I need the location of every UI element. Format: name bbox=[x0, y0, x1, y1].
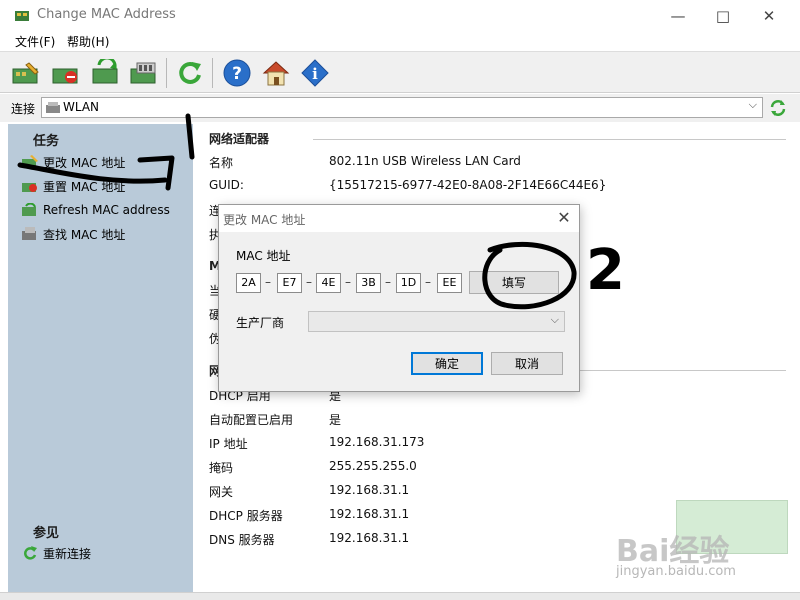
guid-value: {15517215-6977-42E0-8A08-2F14E66C44E6} bbox=[329, 178, 607, 192]
task-label: 重置 MAC 地址 bbox=[43, 179, 126, 194]
help-icon: ? bbox=[223, 59, 251, 87]
adapter-section-title: 网络适配器 bbox=[209, 132, 270, 146]
vendor-select[interactable]: ⌵ bbox=[308, 311, 565, 332]
octet-separator: – bbox=[385, 275, 391, 289]
main-window: Change MAC Address — □ ✕ 文件(F) 帮助(H) ? i… bbox=[0, 0, 800, 600]
find-mac-button[interactable] bbox=[128, 57, 160, 89]
mac-octet-1[interactable]: 2A bbox=[236, 273, 261, 293]
mac-octet-3[interactable]: 4E bbox=[316, 273, 341, 293]
dialog-title-bar[interactable]: 更改 MAC 地址 ✕ bbox=[219, 205, 579, 232]
toolbar-separator bbox=[166, 58, 167, 88]
task-refresh-mac[interactable]: Refresh MAC address bbox=[22, 201, 170, 219]
ip-address-label: IP 地址 bbox=[209, 437, 248, 451]
octet-separator: – bbox=[345, 275, 351, 289]
task-label: 重新连接 bbox=[43, 546, 92, 561]
mac-octet-6[interactable]: EE bbox=[437, 273, 462, 293]
cancel-button[interactable]: 取消 bbox=[491, 352, 563, 375]
dialog-close-icon[interactable]: ✕ bbox=[553, 208, 575, 228]
reset-mac-button[interactable] bbox=[50, 57, 82, 89]
close-window-button[interactable]: ✕ bbox=[746, 0, 792, 31]
dhcp-server-label: DHCP 服务器 bbox=[209, 509, 283, 523]
tasks-heading: 任务 bbox=[33, 134, 60, 149]
adapter-name-value: 802.11n USB Wireless LAN Card bbox=[329, 154, 521, 168]
vendor-label: 生产厂商 bbox=[236, 316, 285, 330]
mac-address-label: MAC 地址 bbox=[236, 249, 291, 263]
autoconfig-value: 是 bbox=[329, 413, 342, 427]
chevron-down-icon: ⌵ bbox=[550, 313, 559, 326]
refresh-mac-icon bbox=[92, 59, 118, 84]
toolbar: ? i bbox=[0, 51, 800, 93]
refresh-icon[interactable] bbox=[769, 99, 787, 117]
info-button[interactable]: i bbox=[299, 57, 331, 89]
info-icon: i bbox=[301, 59, 329, 87]
change-mac-button[interactable] bbox=[10, 57, 42, 89]
subnet-mask-value: 255.255.255.0 bbox=[329, 459, 417, 473]
svg-text:?: ? bbox=[232, 64, 242, 84]
maximize-button[interactable]: □ bbox=[700, 0, 746, 31]
task-label: 更改 MAC 地址 bbox=[43, 155, 126, 170]
watermark-url: jingyan.baidu.com bbox=[616, 564, 736, 579]
octet-separator: – bbox=[425, 275, 431, 289]
taskbar-strip bbox=[0, 592, 800, 600]
autoconfig-label: 自动配置已启用 bbox=[209, 413, 294, 427]
octet-separator: – bbox=[306, 275, 312, 289]
menu-file[interactable]: 文件(F) bbox=[15, 33, 55, 50]
ok-button[interactable]: 确定 bbox=[411, 352, 483, 375]
see-also-heading: 参见 bbox=[33, 526, 60, 541]
dialog-title: 更改 MAC 地址 bbox=[223, 213, 306, 227]
refresh-mac-button[interactable] bbox=[90, 57, 122, 89]
task-reset-mac[interactable]: 重置 MAC 地址 bbox=[22, 177, 125, 195]
home-icon bbox=[262, 61, 290, 86]
task-pane: 任务 更改 MAC 地址 重置 MAC 地址 Refresh MAC addre… bbox=[8, 124, 193, 592]
guid-label: GUID: bbox=[209, 178, 244, 192]
change-mac-icon bbox=[12, 62, 39, 84]
task-find-mac[interactable]: 查找 MAC 地址 bbox=[22, 225, 125, 243]
home-button[interactable] bbox=[260, 57, 292, 89]
fill-button[interactable]: 填写 bbox=[469, 271, 559, 294]
find-mac-icon bbox=[130, 62, 156, 84]
menu-help[interactable]: 帮助(H) bbox=[67, 33, 109, 50]
connection-value: WLAN bbox=[63, 100, 100, 114]
ip-address-value: 192.168.31.173 bbox=[329, 435, 425, 449]
reset-mac-icon bbox=[52, 68, 78, 84]
mac-octet-2[interactable]: E7 bbox=[277, 273, 302, 293]
section-divider bbox=[313, 139, 786, 140]
network-adapter-icon bbox=[46, 102, 60, 113]
task-change-mac[interactable]: 更改 MAC 地址 bbox=[22, 153, 125, 171]
menu-bar: 文件(F) 帮助(H) bbox=[0, 31, 800, 51]
mac-octet-4[interactable]: 3B bbox=[356, 273, 381, 293]
refresh-connection-icon bbox=[179, 61, 201, 84]
task-label: Refresh MAC address bbox=[43, 203, 170, 217]
task-reconnect[interactable]: 重新连接 bbox=[22, 544, 91, 562]
connection-select[interactable]: WLAN ⌵ bbox=[41, 97, 763, 118]
dns-server-label: DNS 服务器 bbox=[209, 533, 275, 547]
baidu-watermark: Bai经验 jingyan.baidu.com bbox=[612, 526, 796, 596]
connection-row: 连接 WLAN ⌵ bbox=[0, 94, 800, 122]
find-mac-icon bbox=[22, 227, 36, 240]
dns-server-value: 192.168.31.1 bbox=[329, 531, 410, 545]
app-logo-icon bbox=[15, 11, 29, 21]
change-mac-dialog: 更改 MAC 地址 ✕ MAC 地址 2A – E7 – 4E – 3B – 1… bbox=[218, 204, 580, 392]
mac-octet-5[interactable]: 1D bbox=[396, 273, 421, 293]
refresh-connection-button[interactable] bbox=[174, 57, 206, 89]
title-bar[interactable]: Change MAC Address — □ ✕ bbox=[0, 0, 800, 31]
connection-label: 连接 bbox=[11, 102, 36, 116]
toolbar-separator bbox=[212, 58, 213, 88]
change-mac-icon bbox=[22, 155, 38, 168]
task-label: 查找 MAC 地址 bbox=[43, 227, 126, 242]
subnet-mask-label: 掩码 bbox=[209, 461, 234, 475]
reconnect-icon bbox=[24, 546, 37, 560]
help-button[interactable]: ? bbox=[221, 57, 253, 89]
minimize-button[interactable]: — bbox=[655, 0, 701, 31]
adapter-name-label: 名称 bbox=[209, 156, 234, 170]
chevron-down-icon: ⌵ bbox=[748, 98, 757, 111]
reset-mac-icon bbox=[22, 183, 37, 192]
gateway-label: 网关 bbox=[209, 485, 234, 499]
svg-text:i: i bbox=[312, 65, 318, 83]
refresh-mac-icon bbox=[22, 203, 36, 216]
dhcp-server-value: 192.168.31.1 bbox=[329, 507, 410, 521]
octet-separator: – bbox=[265, 275, 271, 289]
window-title: Change MAC Address bbox=[37, 7, 176, 22]
gateway-value: 192.168.31.1 bbox=[329, 483, 410, 497]
